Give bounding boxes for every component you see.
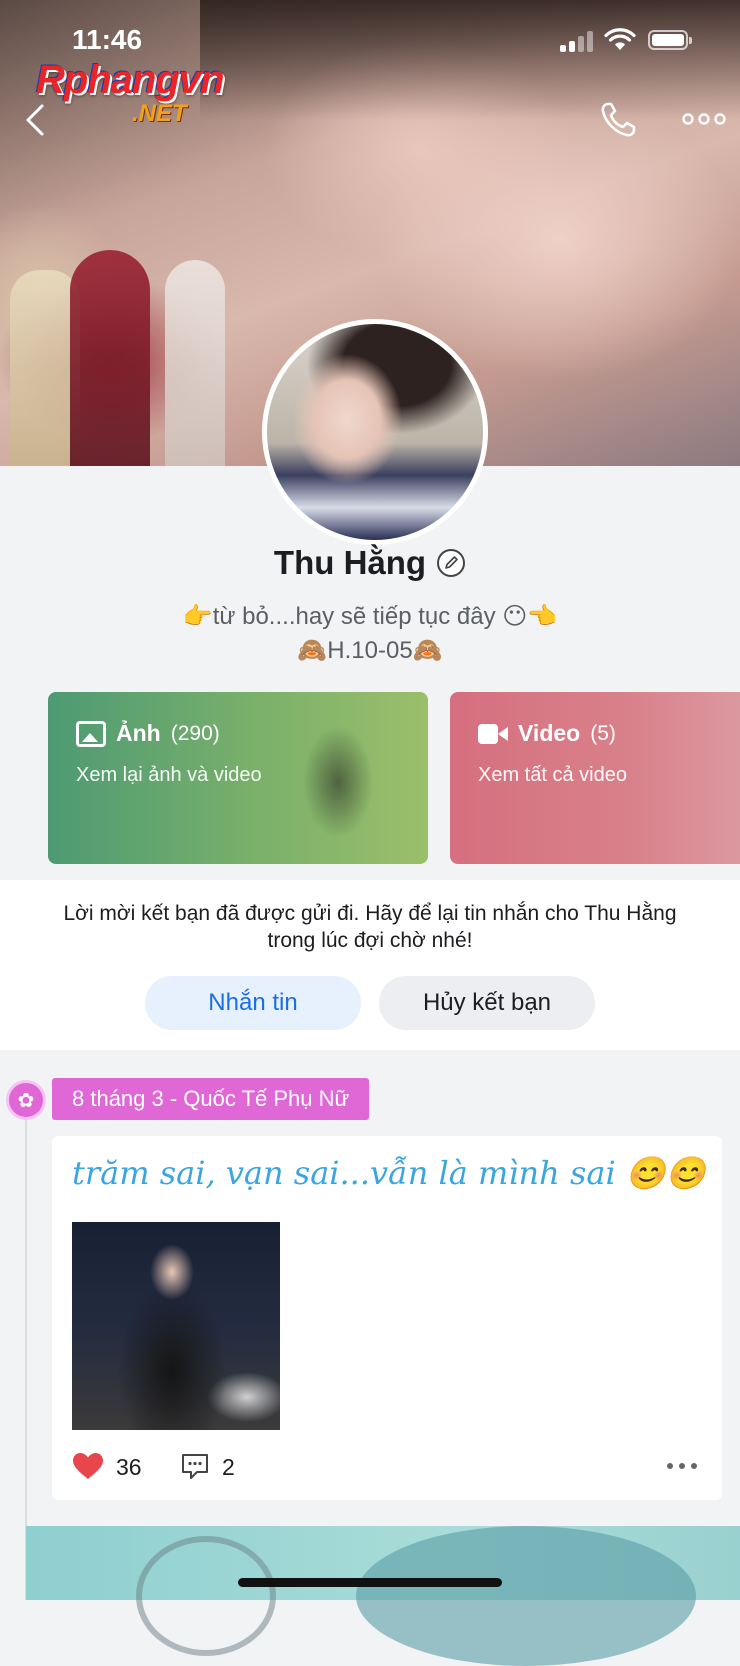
profile-bio-line2: 🙈H.10-05🙈 [297,637,443,664]
cancel-friend-request-button[interactable]: Hủy kết bạn [379,976,595,1030]
edit-icon[interactable] [436,548,466,578]
phone-icon[interactable] [596,98,640,142]
post-more-icon[interactable] [666,1454,698,1478]
rose-icon: ✿ [6,1080,46,1120]
photos-card[interactable]: Ảnh (290) Xem lại ảnh và video [48,692,428,864]
timeline-post[interactable]: trăm sai, vạn sai...vẫn là mình sai 😊😊 3… [52,1136,722,1500]
friend-request-panel: Lời mời kết bạn đã được gửi đi. Hãy để l… [0,880,740,1050]
photos-subtitle: Xem lại ảnh và video [76,764,262,786]
post-photo[interactable] [72,1222,280,1430]
profile-bio-line1: 👉từ bỏ....hay sẽ tiếp tục đây 😶👈 [182,603,558,630]
watermark-logo: Rphangvn .NET [36,58,225,127]
cellular-signal-icon [560,30,594,52]
wifi-icon [604,28,636,50]
message-button[interactable]: Nhắn tin [145,976,361,1030]
next-post-image[interactable] [26,1526,740,1666]
avatar[interactable] [262,319,488,545]
videos-count: (5) [590,721,616,745]
videos-label: Video [518,720,581,746]
post-text: trăm sai, vạn sai...vẫn là mình sai 😊😊 [72,1154,706,1192]
photos-count: (290) [170,721,220,745]
profile-name-row: Thu Hằng [0,544,740,582]
like-count: 36 [116,1454,142,1480]
home-indicator[interactable] [238,1578,502,1587]
battery-icon [648,30,692,50]
videos-subtitle: Xem tất cả video [478,764,627,786]
friend-request-message: Lời mời kết bạn đã được gửi đi. Hãy để l… [63,902,677,952]
status-time: 11:46 [72,24,143,55]
back-icon[interactable] [14,98,58,142]
profile-name: Thu Hằng [273,544,427,581]
video-camera-icon [478,723,508,745]
videos-card[interactable]: Video (5) Xem tất cả video [450,692,740,864]
comment-icon[interactable] [180,1452,210,1480]
event-label[interactable]: 8 tháng 3 - Quốc Tế Phụ Nữ [52,1078,370,1120]
comment-count: 2 [222,1454,235,1480]
image-icon [76,720,106,747]
more-icon[interactable] [680,104,728,134]
photos-label: Ảnh [116,720,161,746]
heart-icon[interactable] [72,1452,104,1480]
